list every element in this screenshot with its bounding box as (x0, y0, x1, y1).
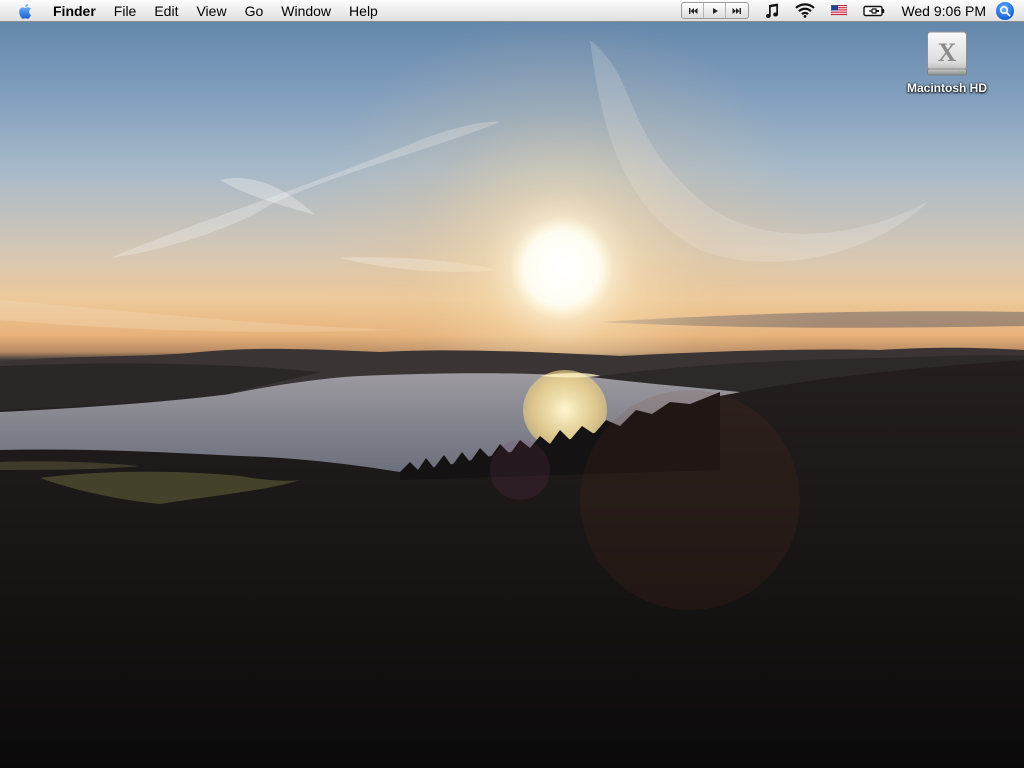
wifi-icon[interactable] (795, 0, 816, 22)
menu-go[interactable]: Go (236, 0, 273, 22)
menu-list: Finder File Edit View Go Window Help (42, 0, 387, 22)
apple-icon[interactable] (10, 0, 42, 22)
play-icon[interactable] (704, 3, 727, 18)
desktop-icon-macintosh-hd[interactable]: X Macintosh HD (898, 30, 996, 95)
hard-drive-icon: X (927, 31, 967, 76)
menu-view[interactable]: View (187, 0, 235, 22)
menu-bar: Finder File Edit View Go Window Help Wed… (0, 0, 1024, 22)
battery-icon[interactable] (863, 0, 885, 22)
menu-help[interactable]: Help (340, 0, 387, 22)
menu-finder[interactable]: Finder (42, 0, 105, 22)
us-flag-icon[interactable] (831, 0, 848, 22)
desktop-icon-label: Macintosh HD (906, 81, 987, 95)
itunes-note-icon[interactable] (765, 0, 779, 22)
menu-file[interactable]: File (105, 0, 146, 22)
menu-extras: Wed 9:06 PM (681, 0, 1024, 22)
spotlight-icon[interactable] (996, 1, 1014, 20)
menu-clock[interactable]: Wed 9:06 PM (901, 3, 986, 19)
previous-track-icon[interactable] (682, 3, 705, 18)
menu-edit[interactable]: Edit (145, 0, 187, 22)
next-track-icon[interactable] (726, 3, 748, 18)
desktop-wallpaper (0, 22, 1024, 768)
svg-text:X: X (938, 38, 957, 67)
itunes-controls (681, 2, 750, 19)
menu-window[interactable]: Window (272, 0, 340, 22)
desktop[interactable]: Finder File Edit View Go Window Help Wed… (0, 0, 1024, 768)
